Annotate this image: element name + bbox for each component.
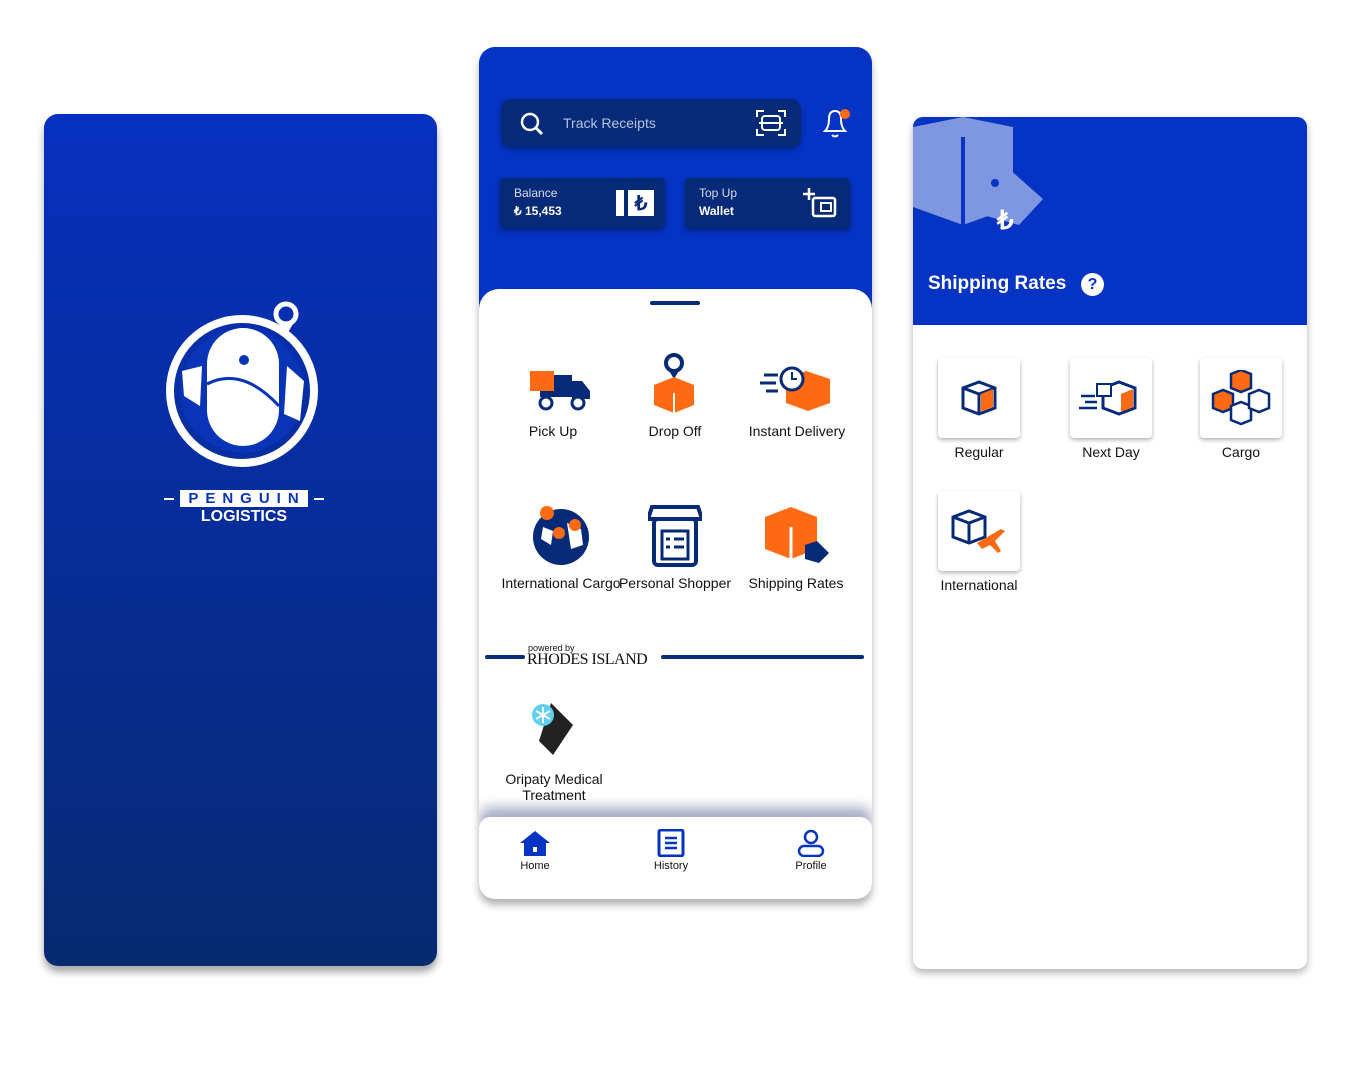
service-label: Oripaty Medical Treatment [505,771,603,803]
home-screen: Track Receipts Balance ₺ 15,453 ₺ Top Up… [479,47,872,899]
notification-bell-icon[interactable] [819,105,853,141]
home-icon [520,831,550,856]
rate-label: Cargo [1221,444,1261,460]
rate-international[interactable] [938,491,1020,571]
stacked-boxes-icon [1211,370,1271,426]
scan-icon[interactable] [755,107,787,139]
service-label: Instant Delivery [748,423,846,439]
drag-handle[interactable] [650,301,700,305]
nav-home[interactable]: Home [495,829,575,872]
nav-label: Home [520,860,550,872]
service-shipping-rates[interactable]: Shipping Rates [736,503,856,591]
fast-box-icon [760,366,830,411]
rate-label: International [940,577,1018,593]
top-up-label: Top Up [699,186,738,200]
balance-label: Balance [514,186,558,200]
service-label: Personal Shopper [618,575,732,591]
rate-label: Next Day [1082,444,1140,460]
nav-label: History [653,860,689,872]
search-input[interactable]: Track Receipts [501,99,801,147]
service-label: Drop Off [648,423,702,439]
rate-cargo[interactable] [1200,358,1282,438]
next-day-box-icon [1079,380,1137,416]
bottom-nav: Home History Profile [479,817,872,899]
nav-profile[interactable]: Profile [771,829,851,872]
divider [485,655,525,659]
services-sheet: Pick Up Drop Off Instant Delivery Intern… [479,289,872,899]
brand-subtitle: LOGISTICS [200,508,288,525]
shipping-rates-screen: ₺ Shipping Rates ? Regular Next Day Carg… [913,117,1307,969]
svg-text:₺: ₺ [634,193,648,215]
wallet-label: Wallet [699,204,734,218]
search-placeholder: Track Receipts [563,115,656,131]
service-label: Shipping Rates [748,575,844,591]
search-icon [520,112,544,136]
rate-label: Regular [954,444,1004,460]
box-tag-icon [765,507,829,563]
service-drop-off[interactable]: Drop Off [615,351,735,439]
globe-pin-icon [533,506,589,565]
divider [661,655,864,659]
truck-icon [530,371,590,411]
svg-text:₺: ₺ [996,205,1014,235]
box-tag-illustration: ₺ [913,117,1043,235]
nav-label: Profile [795,860,827,872]
top-up-wallet-button[interactable]: Top Up Wallet [685,178,850,228]
service-label: Pick Up [528,423,578,439]
service-label: International Cargo [501,575,621,591]
service-pick-up[interactable]: Pick Up [493,359,613,439]
rates-header: ₺ Shipping Rates ? [913,117,1307,325]
profile-icon [797,829,825,858]
box-icon [961,380,997,416]
service-personal-shopper[interactable]: Personal Shopper [615,503,735,591]
balance-value: ₺ 15,453 [514,204,562,218]
nav-history[interactable]: History [631,828,711,872]
balance-card[interactable]: Balance ₺ 15,453 ₺ [500,178,665,228]
help-icon[interactable]: ? [1081,273,1104,296]
lira-ticket-icon: ₺ [616,190,654,216]
service-international-cargo[interactable]: International Cargo [501,503,621,591]
shop-icon [648,505,702,567]
penguin-logo [166,301,318,467]
rate-regular[interactable] [938,358,1020,438]
wallet-add-icon [803,188,837,218]
service-instant-delivery[interactable]: Instant Delivery [737,359,857,439]
service-oripaty-medical[interactable]: Oripaty Medical Treatment [494,701,614,803]
brand-name: PENGUIN [180,490,308,507]
history-icon [657,828,685,858]
partner-logo: RHODES ISLAND [527,651,648,668]
page-title: Shipping Rates [928,273,1067,294]
box-plane-icon [951,509,1005,553]
splash-screen: PENGUIN LOGISTICS [44,114,437,966]
medical-icon [532,703,573,755]
rate-next-day[interactable] [1070,358,1152,438]
box-pin-icon [654,353,694,413]
